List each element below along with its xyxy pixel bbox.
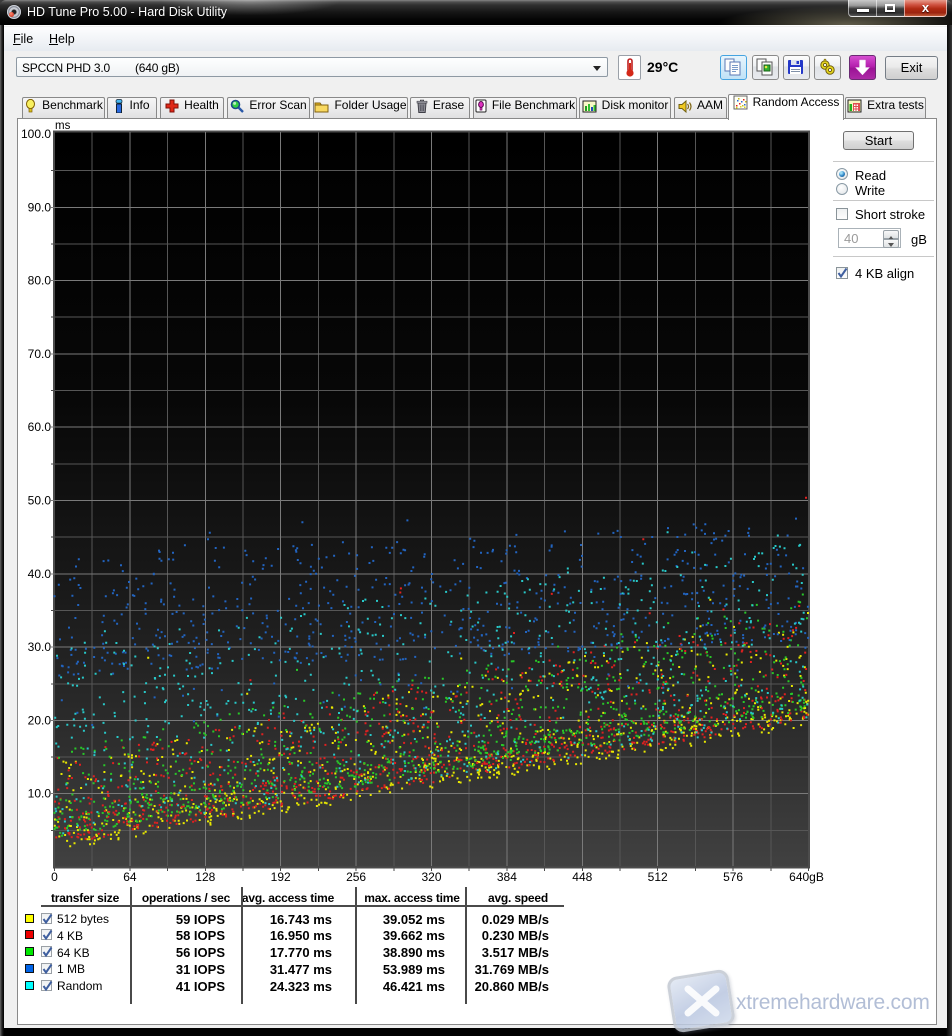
svg-text:512: 512 bbox=[648, 870, 668, 884]
svg-text:128: 128 bbox=[195, 870, 215, 884]
svg-text:20.0: 20.0 bbox=[28, 713, 52, 727]
svg-text:576: 576 bbox=[723, 870, 743, 884]
svg-text:80.0: 80.0 bbox=[28, 274, 52, 288]
svg-text:60.0: 60.0 bbox=[28, 420, 52, 434]
svg-text:30.0: 30.0 bbox=[28, 640, 52, 654]
svg-text:256: 256 bbox=[346, 870, 366, 884]
svg-text:384: 384 bbox=[497, 870, 517, 884]
svg-text:192: 192 bbox=[271, 870, 291, 884]
svg-text:448: 448 bbox=[572, 870, 592, 884]
svg-text:100.0: 100.0 bbox=[21, 127, 51, 141]
svg-text:70.0: 70.0 bbox=[28, 347, 52, 361]
svg-text:640gB: 640gB bbox=[789, 870, 824, 884]
svg-text:ms: ms bbox=[55, 120, 71, 132]
svg-text:90.0: 90.0 bbox=[28, 200, 52, 214]
svg-text:40.0: 40.0 bbox=[28, 567, 52, 581]
svg-text:320: 320 bbox=[421, 870, 441, 884]
svg-text:10.0: 10.0 bbox=[28, 787, 52, 801]
svg-text:64: 64 bbox=[123, 870, 137, 884]
svg-text:0: 0 bbox=[51, 870, 58, 884]
svg-text:50.0: 50.0 bbox=[28, 494, 52, 508]
